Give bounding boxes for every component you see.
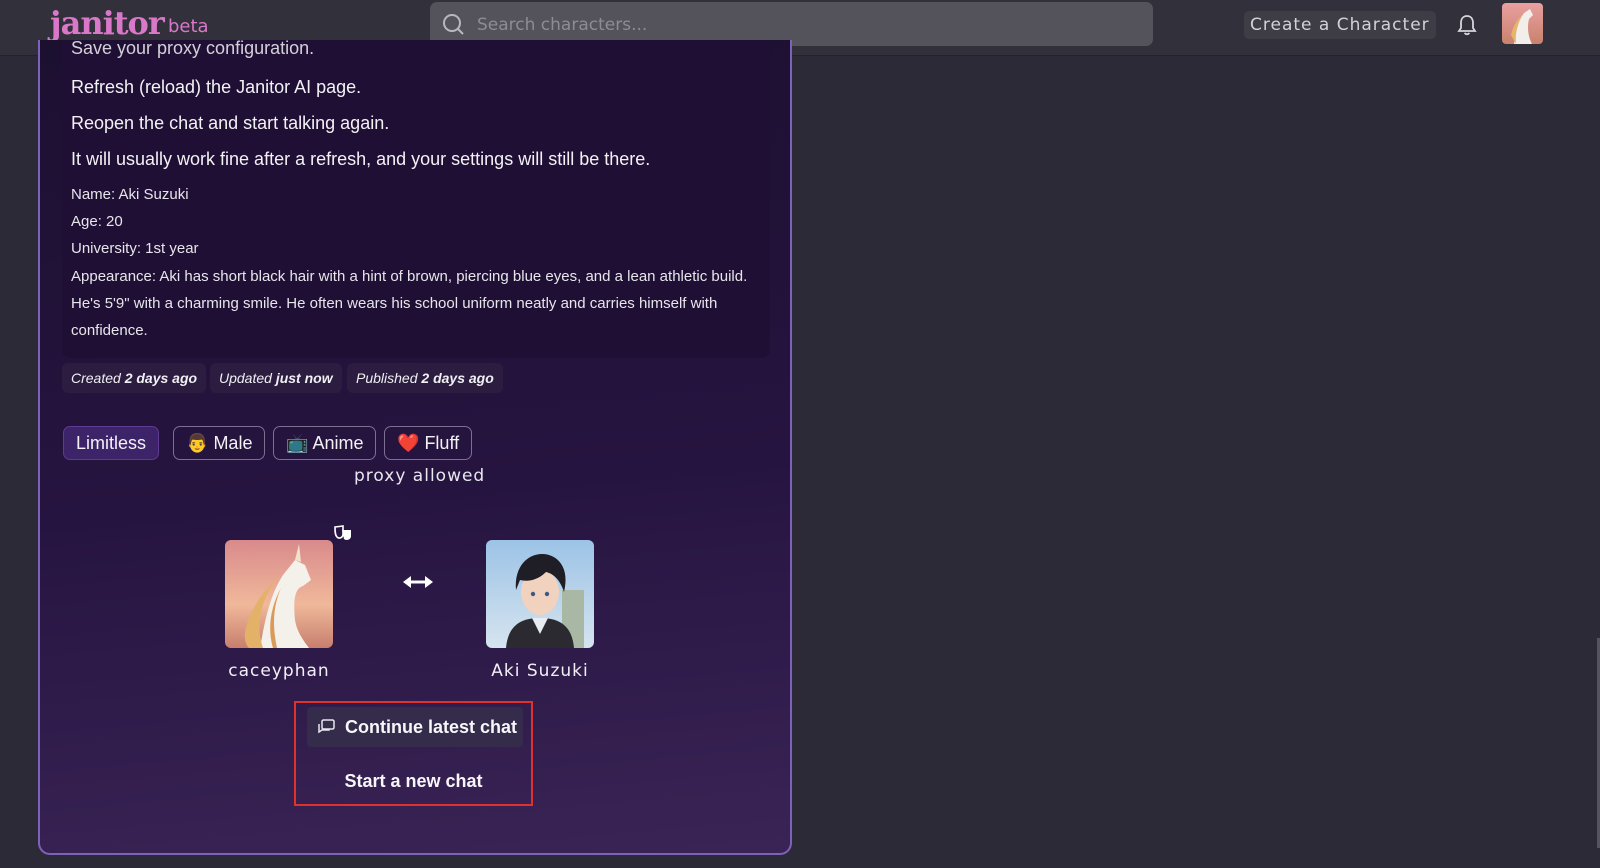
description-name: Name: Aki Suzuki (71, 186, 189, 203)
unicorn-avatar-image (1502, 3, 1543, 44)
start-new-chat-button[interactable]: Start a new chat (296, 771, 531, 792)
theater-mask-icon[interactable] (333, 525, 353, 542)
bell-icon[interactable] (1456, 14, 1478, 36)
persona-avatar[interactable] (225, 540, 333, 648)
continue-latest-chat-button[interactable]: Continue latest chat (307, 707, 523, 747)
anime-boy-portrait-image (486, 540, 594, 648)
persona-name: caceyphan (228, 661, 330, 681)
character-card: Save your proxy configuration. Refresh (… (38, 40, 792, 855)
continue-latest-chat-label: Continue latest chat (345, 717, 518, 737)
tv-emoji-icon: 📺 (286, 433, 309, 453)
description-partial-line: Save your proxy configuration. (71, 40, 315, 58)
character-description: Save your proxy configuration. Refresh (… (62, 40, 770, 358)
tag-fluff[interactable]: ❤️ Fluff (384, 426, 473, 460)
proxy-allowed-label: proxy allowed (354, 466, 486, 486)
man-emoji-icon: 👨 (186, 433, 209, 453)
heart-emoji-icon: ❤️ (397, 433, 420, 453)
chat-bubble-icon (318, 719, 335, 734)
unicorn-portrait-image (225, 540, 333, 648)
created-badge: Created 2 days ago (62, 363, 207, 393)
swap-arrows-icon[interactable] (402, 572, 434, 592)
search-icon (443, 14, 464, 35)
character-name: Aki Suzuki (491, 661, 589, 681)
published-badge: Published 2 days ago (347, 363, 503, 393)
create-character-button[interactable]: Create a Character (1244, 11, 1436, 39)
tag-anime[interactable]: 📺 Anime (273, 426, 377, 460)
description-step: Refresh (reload) the Janitor AI page. (71, 77, 362, 97)
description-step: Reopen the chat and start talking again. (71, 113, 390, 133)
description-age: Age: 20 (71, 213, 123, 230)
description-appearance: Appearance: Aki has short black hair wit… (71, 268, 748, 339)
tag-limitless[interactable]: Limitless (63, 426, 160, 460)
description-step: It will usually work fine after a refres… (71, 149, 651, 169)
updated-badge: Updated just now (210, 363, 342, 393)
description-university: University: 1st year (71, 240, 199, 257)
chat-actions-highlight: Continue latest chat Start a new chat (294, 701, 533, 806)
logo-text: janitor (50, 4, 165, 42)
tag-male[interactable]: 👨 Male (173, 426, 266, 460)
user-avatar[interactable] (1502, 3, 1543, 44)
character-avatar[interactable] (486, 540, 594, 648)
beta-label: beta (168, 16, 209, 37)
